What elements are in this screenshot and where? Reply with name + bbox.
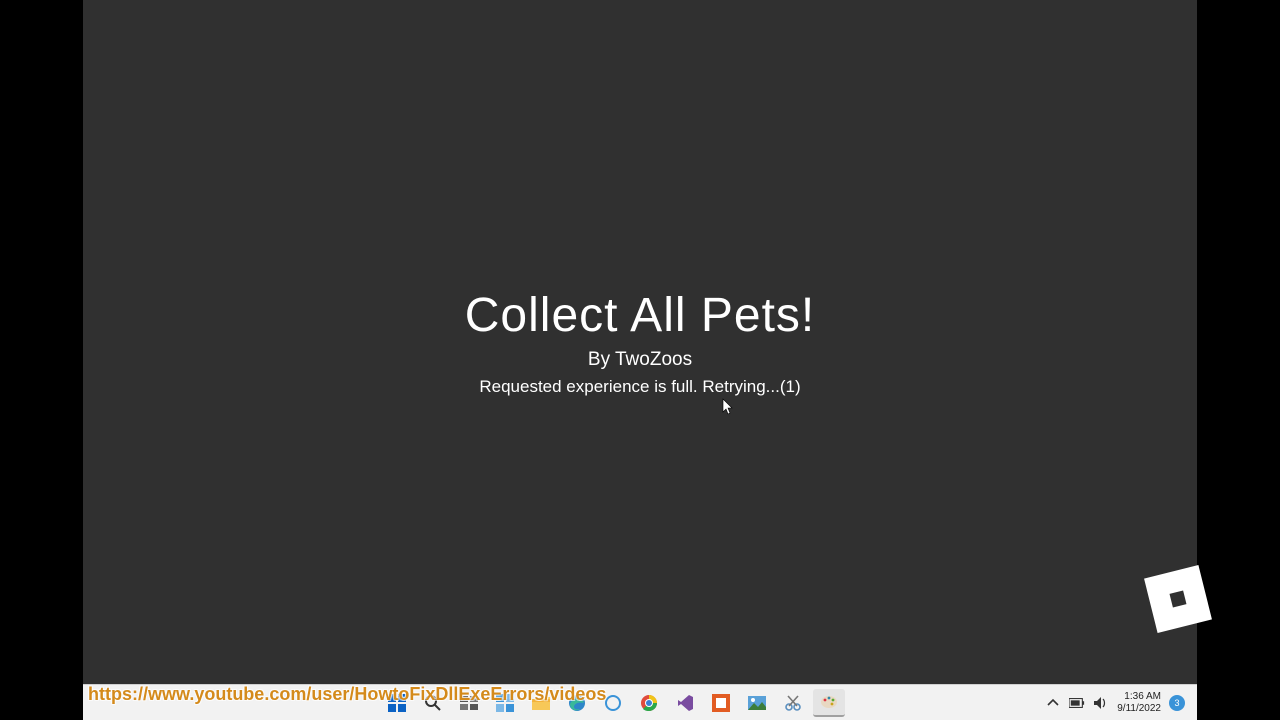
- notifications-count: 3: [1174, 698, 1179, 708]
- game-title: Collect All Pets!: [465, 288, 815, 343]
- paint-button[interactable]: [813, 689, 845, 717]
- clock-date: 9/11/2022: [1117, 703, 1161, 715]
- battery-icon[interactable]: [1069, 695, 1085, 711]
- roblox-loading-window: Collect All Pets! By TwoZoos Requested e…: [83, 0, 1197, 684]
- snipping-tool-button[interactable]: [777, 689, 809, 717]
- chrome-button[interactable]: [633, 689, 665, 717]
- notifications-button[interactable]: 3: [1169, 695, 1185, 711]
- adobe-button[interactable]: [705, 689, 737, 717]
- volume-icon[interactable]: [1093, 695, 1109, 711]
- visual-studio-button[interactable]: [669, 689, 701, 717]
- taskbar-clock[interactable]: 1:36 AM 9/11/2022: [1117, 691, 1161, 715]
- roblox-logo-icon: [1138, 559, 1218, 639]
- game-author: By TwoZoos: [588, 349, 692, 371]
- clock-time: 1:36 AM: [1124, 691, 1161, 703]
- photos-button[interactable]: [741, 689, 773, 717]
- tray-overflow-button[interactable]: [1045, 695, 1061, 711]
- video-watermark-url: https://www.youtube.com/user/HowtoFixDll…: [88, 684, 606, 705]
- system-tray: 1:36 AM 9/11/2022 3: [1045, 691, 1185, 715]
- loading-status: Requested experience is full. Retrying..…: [479, 377, 800, 397]
